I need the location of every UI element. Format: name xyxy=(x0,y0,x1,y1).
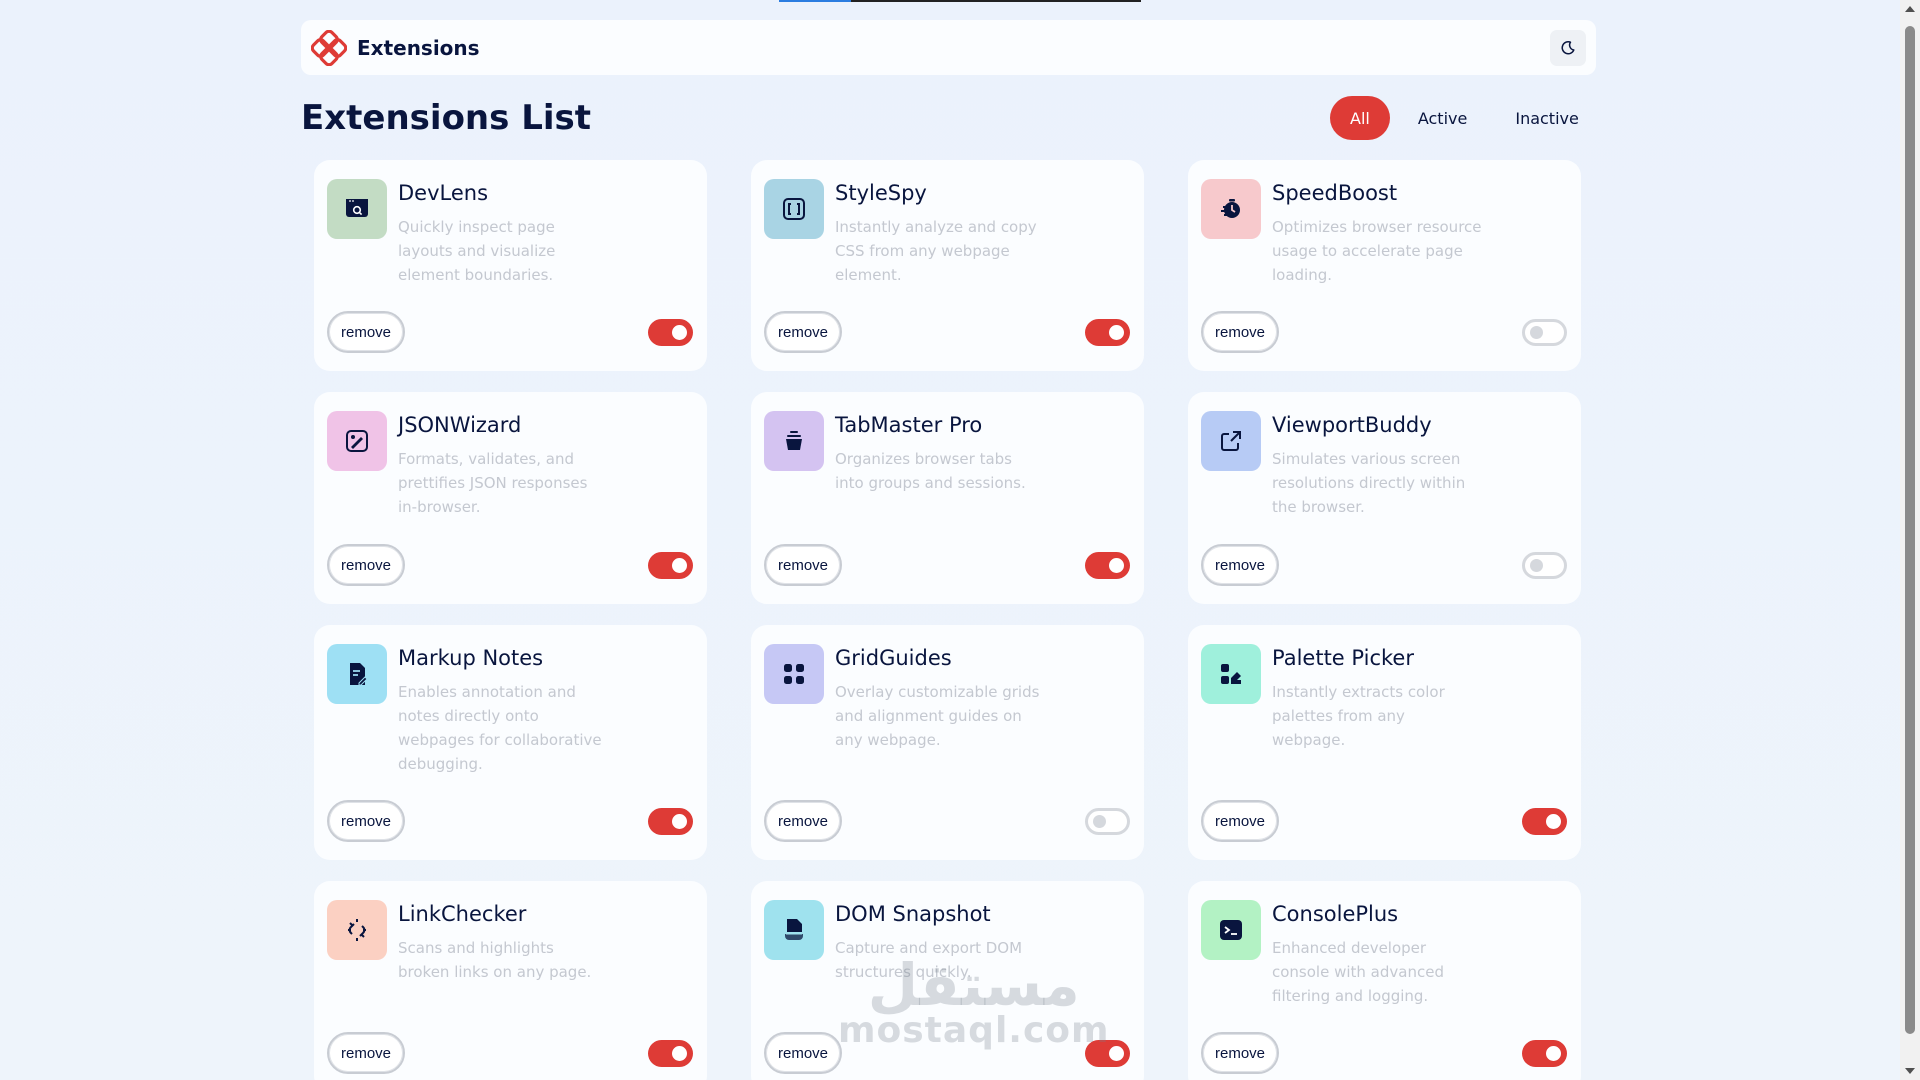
extension-name: TabMaster Pro xyxy=(835,413,983,437)
devlens-icon xyxy=(327,179,387,239)
remove-button[interactable]: remove xyxy=(764,311,843,353)
watermark-latin: mostaql.com xyxy=(838,1010,1110,1051)
extension-card-jsonwizard: JSONWizard Formats, validates, and pretti… xyxy=(314,392,707,604)
extension-name: ViewportBuddy xyxy=(1272,413,1432,437)
viewportbuddy-icon xyxy=(1201,411,1261,471)
markupnotes-icon xyxy=(327,644,387,704)
moon-icon xyxy=(1561,40,1575,54)
brand-name: Extensions xyxy=(357,35,480,60)
extension-card-viewportbuddy: ViewportBuddy Simulates various screen re… xyxy=(1188,392,1581,604)
enable-toggle[interactable] xyxy=(648,1039,693,1067)
extension-description: Instantly analyze and copy CSS from any … xyxy=(835,218,1037,284)
remove-button[interactable]: remove xyxy=(1201,1032,1280,1074)
enable-toggle[interactable] xyxy=(648,807,693,835)
enable-toggle[interactable] xyxy=(1522,807,1567,835)
extension-card-speedboost: SpeedBoost Optimizes browser resource usa… xyxy=(1188,160,1581,371)
enable-toggle[interactable] xyxy=(1085,551,1130,579)
remove-button[interactable]: remove xyxy=(1201,544,1280,586)
extension-name: Palette Picker xyxy=(1272,646,1414,670)
extension-name: StyleSpy xyxy=(835,181,927,205)
filter-tabs: All Active Inactive xyxy=(1330,96,1599,140)
extension-card-palette-picker: Palette Picker Instantly extracts color p… xyxy=(1188,625,1581,860)
logo-icon xyxy=(311,29,347,66)
remove-button[interactable]: remove xyxy=(327,800,406,842)
extension-name: Markup Notes xyxy=(398,646,544,670)
extension-name: LinkChecker xyxy=(398,902,527,926)
theme-toggle-button[interactable] xyxy=(1550,29,1586,66)
extension-description: Simulates various screen resolutions dir… xyxy=(1272,450,1466,516)
extension-description: Overlay customizable grids and alignment… xyxy=(835,683,1040,749)
extension-card-consoleplus: ConsolePlus Enhanced developer console wi… xyxy=(1188,881,1581,1080)
extension-name: GridGuides xyxy=(835,646,952,670)
remove-button[interactable]: remove xyxy=(764,800,843,842)
scroll-down-arrow[interactable] xyxy=(1905,1068,1915,1074)
remove-button[interactable]: remove xyxy=(327,1032,406,1074)
page-title: Extensions List xyxy=(301,98,592,138)
extension-description: Scans and highlights broken links on any… xyxy=(398,939,592,981)
extension-name: DOM Snapshot xyxy=(835,902,991,926)
remove-button[interactable]: remove xyxy=(1201,800,1280,842)
enable-toggle[interactable] xyxy=(1522,1039,1567,1067)
enable-toggle[interactable] xyxy=(648,551,693,579)
linkchecker-icon xyxy=(327,900,387,960)
extension-description: Enhanced developer console with advanced… xyxy=(1272,939,1444,1005)
scrollbar-thumb[interactable] xyxy=(1905,26,1915,1034)
filter-active[interactable]: Active xyxy=(1398,96,1488,140)
extension-card-markup-notes: Markup Notes Enables annotation and notes… xyxy=(314,625,707,860)
remove-button[interactable]: remove xyxy=(764,544,843,586)
watermark: مستقل mostaql.com xyxy=(838,951,1110,1051)
extension-card-gridguides: GridGuides Overlay customizable grids and… xyxy=(751,625,1144,860)
enable-toggle[interactable] xyxy=(648,318,693,346)
tabmaster-icon xyxy=(764,411,824,471)
extension-description: Formats, validates, and prettifies JSON … xyxy=(398,450,588,516)
remove-button[interactable]: remove xyxy=(764,1032,843,1074)
extension-description: Instantly extracts color palettes from a… xyxy=(1272,683,1445,749)
extension-description: Organizes browser tabs into groups and s… xyxy=(835,450,1026,492)
extensions-grid: DevLens Quickly inspect page layouts and … xyxy=(314,160,1581,1080)
extension-description: Optimizes browser resource usage to acce… xyxy=(1272,218,1482,284)
enable-toggle[interactable] xyxy=(1085,318,1130,346)
filter-all[interactable]: All xyxy=(1330,96,1390,140)
gridguides-icon xyxy=(764,644,824,704)
extension-name: SpeedBoost xyxy=(1272,181,1398,205)
enable-toggle[interactable] xyxy=(1522,551,1567,579)
scrollbar[interactable] xyxy=(1900,0,1920,1080)
jsonwizard-icon xyxy=(327,411,387,471)
speedboost-icon xyxy=(1201,179,1261,239)
extension-description: Quickly inspect page layouts and visuali… xyxy=(398,218,556,284)
extension-card-linkchecker: LinkChecker Scans and highlights broken l… xyxy=(314,881,707,1080)
watermark-arabic: مستقل xyxy=(867,951,1080,1019)
scroll-up-arrow[interactable] xyxy=(1905,6,1915,12)
extension-description: Enables annotation and notes directly on… xyxy=(398,683,602,773)
remove-button[interactable]: remove xyxy=(327,544,406,586)
extension-name: ConsolePlus xyxy=(1272,902,1399,926)
enable-toggle[interactable] xyxy=(1522,318,1567,346)
enable-toggle[interactable] xyxy=(1085,807,1130,835)
page-load-progress xyxy=(779,0,1141,2)
extension-name: DevLens xyxy=(398,181,489,205)
consoleplus-icon xyxy=(1201,900,1261,960)
stylespy-icon xyxy=(764,179,824,239)
app-header: Extensions xyxy=(301,20,1596,75)
extension-card-stylespy: StyleSpy Instantly analyze and copy CSS f… xyxy=(751,160,1144,371)
filter-inactive[interactable]: Inactive xyxy=(1495,96,1599,140)
domsnapshot-icon xyxy=(764,900,824,960)
remove-button[interactable]: remove xyxy=(1201,311,1280,353)
remove-button[interactable]: remove xyxy=(327,311,406,353)
extension-card-devlens: DevLens Quickly inspect page layouts and … xyxy=(314,160,707,371)
palettepicker-icon xyxy=(1201,644,1261,704)
extension-card-tabmaster-pro: TabMaster Pro Organizes browser tabs into… xyxy=(751,392,1144,604)
extension-name: JSONWizard xyxy=(398,413,522,437)
